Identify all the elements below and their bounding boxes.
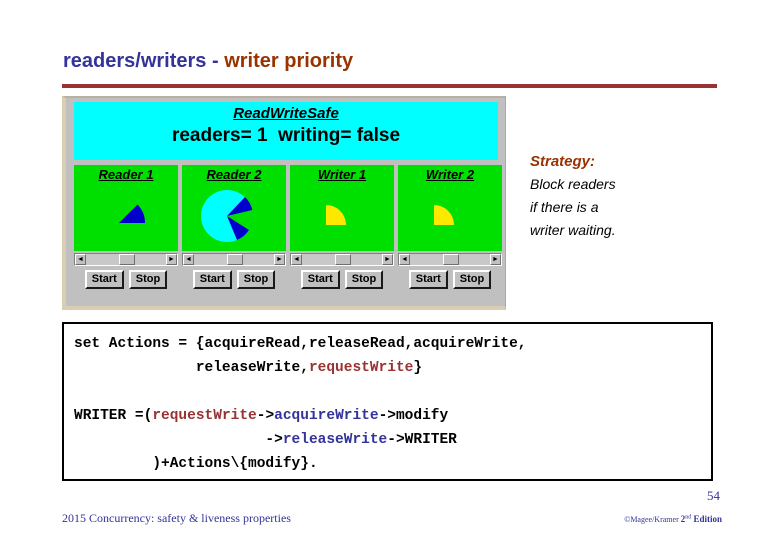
reader-2-label: Reader 2 bbox=[206, 167, 262, 182]
writer-1-label: Writer 1 bbox=[317, 167, 367, 182]
thread-panel-reader-1: Reader 1 ◄ ► Start Stop bbox=[74, 165, 178, 289]
code-arrow-1: -> bbox=[256, 408, 275, 424]
title-underline-rule bbox=[62, 84, 717, 88]
thread-panel-writer-2: Writer 2 ◄ ► Start Stop bbox=[398, 165, 502, 289]
code-line-2-text: releaseWrite, bbox=[74, 360, 309, 376]
code-token-release-write: releaseWrite bbox=[282, 432, 388, 448]
writer-2-controls: Start Stop bbox=[398, 270, 502, 289]
strategy-note: Strategy: Block readers if there is a wr… bbox=[530, 150, 760, 242]
reader-2-canvas: Reader 2 bbox=[182, 165, 286, 251]
code-token-acquire-write: acquireWrite bbox=[274, 408, 379, 424]
reader-2-stop-button[interactable]: Stop bbox=[236, 270, 276, 289]
scroll-right-arrow-icon[interactable]: ► bbox=[490, 254, 501, 265]
monitor-status-panel: ReadWriteSafe readers= 1 writing= false bbox=[74, 102, 498, 160]
code-writer-head: WRITER =( bbox=[74, 408, 153, 424]
strategy-heading: Strategy: bbox=[530, 153, 596, 170]
footer-copyright: ©Magee/Kramer 2nd Edition bbox=[624, 514, 722, 524]
reader-1-controls: Start Stop bbox=[74, 270, 178, 289]
page-title: readers/writers - writer priority bbox=[63, 50, 353, 73]
reader-1-stop-button[interactable]: Stop bbox=[128, 270, 168, 289]
scrollbar-thumb[interactable] bbox=[335, 254, 351, 265]
reader-1-canvas: Reader 1 bbox=[74, 165, 178, 251]
monitor-state-label: readers= 1 writing= false bbox=[171, 125, 401, 146]
readwritesafe-applet-window: ReadWriteSafe readers= 1 writing= false … bbox=[62, 96, 506, 310]
reader-2-start-button[interactable]: Start bbox=[192, 270, 232, 289]
scrollbar-thumb[interactable] bbox=[443, 254, 459, 265]
code-modify-1: ->modify bbox=[378, 408, 449, 424]
applet-content: ReadWriteSafe readers= 1 writing= false … bbox=[66, 98, 505, 306]
scroll-left-arrow-icon[interactable]: ◄ bbox=[399, 254, 410, 265]
writer-2-canvas: Writer 2 bbox=[398, 165, 502, 251]
strategy-line-1: Block readers bbox=[530, 176, 616, 192]
code-token-request-write-2: requestWrite bbox=[152, 408, 257, 424]
writer-2-label: Writer 2 bbox=[425, 167, 475, 182]
code-line-5-text: )+Actions\{modify}. bbox=[74, 456, 318, 472]
thread-panel-row: Reader 1 ◄ ► Start Stop Reader 2 ◄ ► Sta… bbox=[74, 165, 502, 289]
page-title-part2: writer priority bbox=[224, 50, 354, 72]
thread-panel-reader-2: Reader 2 ◄ ► Start Stop bbox=[182, 165, 286, 289]
scroll-right-arrow-icon[interactable]: ► bbox=[274, 254, 285, 265]
code-line-2: releaseWrite,requestWrite} bbox=[74, 356, 711, 380]
reader-1-start-button[interactable]: Start bbox=[84, 270, 124, 289]
writer-1-stop-button[interactable]: Stop bbox=[344, 270, 384, 289]
writer-1-pie-icon bbox=[326, 205, 346, 225]
writer-2-speed-scrollbar[interactable]: ◄ ► bbox=[398, 253, 502, 266]
monitor-name-label: ReadWriteSafe bbox=[233, 105, 339, 122]
code-token-request-write: requestWrite bbox=[308, 360, 414, 376]
thread-panel-writer-1: Writer 1 ◄ ► Start Stop bbox=[290, 165, 394, 289]
reader-1-speed-scrollbar[interactable]: ◄ ► bbox=[74, 253, 178, 266]
fsp-code-box: set Actions = {acquireRead,releaseRead,a… bbox=[62, 322, 713, 481]
reader-2-speed-scrollbar[interactable]: ◄ ► bbox=[182, 253, 286, 266]
code-line-1: set Actions = {acquireRead,releaseRead,a… bbox=[74, 332, 711, 356]
reader-2-controls: Start Stop bbox=[182, 270, 286, 289]
footer-copyright-text: ©Magee/Kramer bbox=[624, 515, 681, 524]
scrollbar-thumb[interactable] bbox=[119, 254, 135, 265]
writer-2-start-button[interactable]: Start bbox=[408, 270, 448, 289]
code-line-1-text: set Actions = {acquireRead,releaseRead,a… bbox=[74, 336, 527, 352]
footer-edition-word: Edition bbox=[691, 514, 722, 524]
scroll-left-arrow-icon[interactable]: ◄ bbox=[183, 254, 194, 265]
footer-course-label: 2015 Concurrency: safety & liveness prop… bbox=[62, 511, 291, 525]
scroll-right-arrow-icon[interactable]: ► bbox=[166, 254, 177, 265]
writer-1-speed-scrollbar[interactable]: ◄ ► bbox=[290, 253, 394, 266]
writer-1-start-button[interactable]: Start bbox=[300, 270, 340, 289]
strategy-line-2: if there is a bbox=[530, 199, 599, 215]
code-line-2-close: } bbox=[413, 360, 423, 376]
code-line-4: ->releaseWrite->WRITER bbox=[74, 428, 711, 452]
page-number: 54 bbox=[707, 488, 720, 503]
scroll-left-arrow-icon[interactable]: ◄ bbox=[291, 254, 302, 265]
reader-1-label: Reader 1 bbox=[98, 167, 154, 182]
reader-2-pie-icon bbox=[201, 190, 254, 242]
strategy-line-3: writer waiting. bbox=[530, 222, 616, 238]
writer-2-pie-icon bbox=[434, 205, 454, 225]
writer-1-canvas: Writer 1 bbox=[290, 165, 394, 251]
page-title-part1: readers/writers - bbox=[63, 50, 225, 72]
code-arrow-2: -> bbox=[74, 432, 283, 448]
scroll-right-arrow-icon[interactable]: ► bbox=[382, 254, 393, 265]
scrollbar-thumb[interactable] bbox=[227, 254, 243, 265]
scroll-left-arrow-icon[interactable]: ◄ bbox=[75, 254, 86, 265]
reader-1-pie-icon bbox=[119, 204, 146, 223]
code-line-3: WRITER =(requestWrite->acquireWrite->mod… bbox=[74, 404, 711, 428]
writer-2-stop-button[interactable]: Stop bbox=[452, 270, 492, 289]
code-line-5: )+Actions\{modify}. bbox=[74, 452, 711, 476]
code-writer-tail: ->WRITER bbox=[387, 432, 457, 448]
writer-1-controls: Start Stop bbox=[290, 270, 394, 289]
